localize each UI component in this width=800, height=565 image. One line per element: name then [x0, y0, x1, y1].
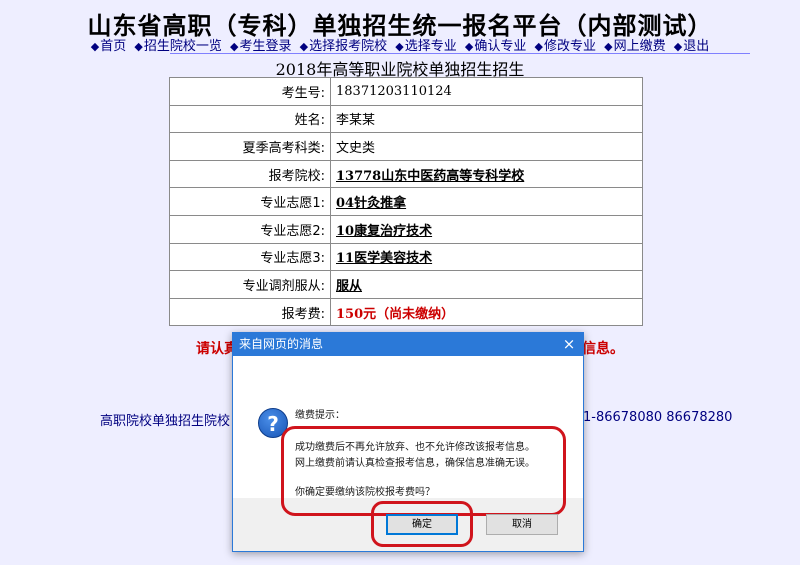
school-label: 报考院校: [169, 159, 331, 189]
message-title: 缴费提示： [295, 410, 345, 421]
name-label: 姓名: [169, 104, 331, 134]
major1-link[interactable]: 04针灸推拿 [336, 196, 406, 211]
nav-home[interactable]: ◆首页 [91, 39, 126, 54]
confirm-dialog: 来自网页的消息 × ? 缴费提示： 成功缴费后不再允许放弃、也不允许修改该报考信… [232, 332, 584, 552]
major1-label: 专业志愿1: [169, 187, 331, 216]
diamond-icon: ◆ [134, 40, 143, 53]
nav-label: 修改专业 [543, 39, 596, 54]
table-row: 考生号: 18371203110124 [169, 77, 643, 106]
nav-label: 退出 [683, 39, 710, 54]
diamond-icon: ◆ [230, 40, 239, 53]
major2-label: 专业志愿2: [169, 214, 331, 244]
dialog-title: 来自网页的消息 [239, 337, 324, 351]
nav-label: 网上缴费 [613, 39, 666, 54]
major3-cell: 11医学美容技术 [330, 242, 643, 272]
footer-right: 1-86678080 86678280 [583, 410, 733, 425]
table-row: 报考费: 150元（尚未缴纳） [169, 297, 643, 327]
major1-cell: 04针灸推拿 [330, 187, 643, 216]
exam-no-label: 考生号: [169, 77, 331, 106]
nav-divider [170, 53, 750, 54]
adjust-value: 服从 [336, 278, 363, 294]
footer-left: 高职院校单独招生院校 [100, 414, 231, 429]
nav-label: 选择报考院校 [309, 39, 388, 54]
adjust-cell: 服从 [330, 270, 643, 299]
adjust-label: 专业调剂服从: [169, 270, 331, 299]
major2-link[interactable]: 10康复治疗技术 [336, 224, 432, 239]
category-label: 夏季高考科类: [169, 132, 331, 161]
table-row: 专业志愿2: 10康复治疗技术 [169, 214, 643, 244]
table-row: 专业志愿1: 04针灸推拿 [169, 187, 643, 216]
fee-value: 150元（尚未缴纳） [336, 306, 455, 322]
nav-label: 招生院校一览 [143, 39, 222, 54]
dialog-body: ? 缴费提示： 成功缴费后不再允许放弃、也不允许修改该报考信息。 网上缴费前请认… [233, 356, 583, 516]
diamond-icon: ◆ [90, 40, 100, 53]
dialog-footer: 确定 取消 [233, 498, 583, 552]
nav-select-major[interactable]: ◆选择专业 [395, 39, 456, 54]
nav-payment[interactable]: ◆网上缴费 [604, 39, 665, 54]
nav-modify-major[interactable]: ◆修改专业 [535, 39, 596, 54]
school-link[interactable]: 13778山东中医药高等专科学校 [336, 169, 524, 184]
diamond-icon: ◆ [604, 40, 613, 53]
table-row: 姓名: 李某某 [169, 104, 643, 134]
ok-button[interactable]: 确定 [386, 514, 458, 535]
nav-label: 考生登录 [239, 39, 292, 54]
diamond-icon: ◆ [299, 40, 309, 53]
diamond-icon: ◆ [395, 40, 404, 53]
table-row: 专业志愿3: 11医学美容技术 [169, 242, 643, 272]
nav-login[interactable]: ◆考生登录 [230, 39, 291, 54]
diamond-icon: ◆ [464, 40, 474, 53]
table-row: 专业调剂服从: 服从 [169, 270, 643, 299]
dialog-titlebar[interactable]: 来自网页的消息 × [233, 333, 583, 356]
nav-schools[interactable]: ◆招生院校一览 [134, 39, 221, 54]
close-icon[interactable]: × [555, 333, 583, 356]
cancel-button[interactable]: 取消 [486, 514, 558, 535]
major2-cell: 10康复治疗技术 [330, 214, 643, 244]
nav-select-school[interactable]: ◆选择报考院校 [300, 39, 387, 54]
diamond-icon: ◆ [673, 40, 683, 53]
major3-link[interactable]: 11医学美容技术 [336, 251, 432, 266]
registration-info-table: 考生号: 18371203110124 姓名: 李某某 夏季高考科类: 文史类 … [169, 77, 643, 327]
nav-logout[interactable]: ◆退出 [674, 39, 709, 54]
nav-label: 选择专业 [404, 39, 457, 54]
warning-tail: 信息。 [582, 341, 624, 357]
school-cell: 13778山东中医药高等专科学校 [330, 159, 643, 189]
name-value: 李某某 [330, 104, 643, 134]
table-row: 报考院校: 13778山东中医药高等专科学校 [169, 159, 643, 189]
exam-no-value: 18371203110124 [330, 77, 643, 106]
nav-label: 确认专业 [474, 39, 527, 54]
fee-cell: 150元（尚未缴纳） [330, 297, 643, 327]
table-row: 夏季高考科类: 文史类 [169, 132, 643, 161]
fee-label: 报考费: [169, 297, 331, 327]
nav-label: 首页 [100, 39, 127, 54]
nav-confirm-major[interactable]: ◆确认专业 [465, 39, 526, 54]
major3-label: 专业志愿3: [169, 242, 331, 272]
top-navigation: ◆首页 ◆招生院校一览 ◆考生登录 ◆选择报考院校 ◆选择专业 ◆确认专业 ◆修… [0, 35, 800, 54]
diamond-icon: ◆ [534, 40, 543, 53]
category-value: 文史类 [330, 132, 643, 161]
